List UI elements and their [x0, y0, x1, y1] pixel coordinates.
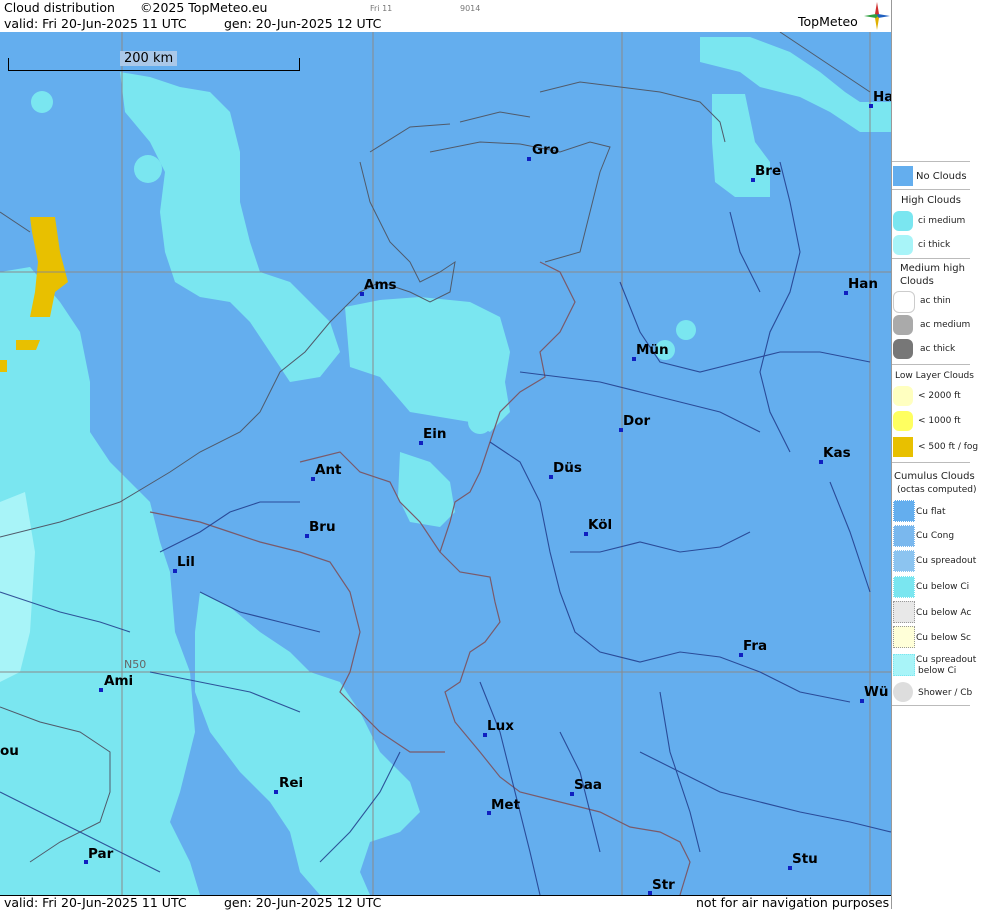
copyright: ©2025 TopMeteo.eu [140, 0, 268, 15]
legend-cu-cong: Cu Cong [916, 531, 955, 541]
map-header: Cloud distribution ©2025 TopMeteo.eu Fri… [0, 0, 891, 32]
city-label: Saa [574, 777, 602, 793]
city-label: Lil [177, 554, 195, 570]
legend-swatch-ac-thick [893, 339, 913, 359]
legend-swatch-cu-flat [893, 500, 915, 522]
footer-valid-time: valid: Fri 20-Jun-2025 11 UTC [4, 895, 187, 910]
legend-swatch-ac-medium [893, 315, 913, 335]
legend-medium-title-2: Clouds [900, 276, 934, 287]
legend-cu-below-ci: Cu below Ci [916, 582, 970, 592]
legend-swatch-no-clouds [893, 166, 913, 186]
legend-swatch-cu-spread-ci [893, 654, 915, 676]
legend-cu-subtitle: (octas computed) [897, 485, 977, 495]
forecast-code: Fri 11 [370, 4, 393, 13]
city-label: Fra [743, 638, 768, 654]
legend-swatch-shower [893, 682, 913, 702]
topmeteo-logo-text: TopMeteo [798, 14, 858, 29]
legend-swatch-cu-below-sc [893, 626, 915, 648]
city-label: Rei [279, 775, 304, 791]
city-marker [274, 790, 278, 794]
city-label: Lux [487, 718, 514, 734]
legend-high-title: High Clouds [901, 195, 961, 206]
legend-cu-spread: Cu spreadout [916, 556, 977, 566]
legend-swatch-ci-thick [893, 235, 913, 255]
legend-low-1000: < 1000 ft [918, 416, 961, 426]
legend-swatch-low-2000 [893, 386, 913, 406]
city-label: Par [88, 846, 114, 862]
city-marker [99, 688, 103, 692]
legend-swatch-ci-medium [893, 211, 913, 231]
legend-swatch-cu-spread [893, 550, 915, 572]
city-label: Ams [364, 277, 397, 293]
city-label: Ant [315, 462, 342, 478]
city-label: ou [0, 743, 19, 759]
legend-no-clouds: No Clouds [916, 171, 967, 182]
map-footer: valid: Fri 20-Jun-2025 11 UTC gen: 20-Ju… [0, 895, 891, 910]
scale-bar-label: 200 km [120, 51, 178, 66]
legend-medium-title: Medium high [900, 263, 965, 274]
footer-generation-time: gen: 20-Jun-2025 12 UTC [224, 895, 382, 910]
city-label: Bru [309, 519, 336, 535]
city-label: Ha [873, 89, 891, 105]
legend-swatch-low-500 [893, 437, 913, 457]
city-label: Stu [792, 851, 818, 867]
map-title: Cloud distribution [4, 0, 115, 15]
legend-ac-medium: ac medium [920, 320, 971, 330]
legend-low-2000: < 2000 ft [918, 391, 961, 401]
legend-cu-spread-ci: Cu spreadout [916, 655, 977, 665]
legend-cu-below-ac: Cu below Ac [916, 608, 972, 618]
compass-star-icon [864, 2, 890, 30]
legend-cu-below-sc: Cu below Sc [916, 633, 971, 643]
legend-cu-title: Cumulus Clouds [894, 471, 975, 482]
legend-low-title: Low Layer Clouds [895, 371, 974, 381]
legend-swatch-ac-thin [893, 291, 915, 313]
cloud-map-canvas [0, 32, 891, 895]
legend-cu-spread-ci-2: below Ci [918, 666, 957, 676]
cloud-map[interactable]: 200 km N50 Gro Bre Ha Ams Han Mün Ein Do… [0, 32, 891, 895]
city-label: Bre [755, 163, 782, 179]
city-label: Düs [553, 460, 582, 476]
legend-panel: No Clouds High Clouds ci medium ci thick… [891, 0, 983, 909]
legend-low-500: < 500 ft / fog [918, 442, 979, 452]
legend-ci-thick: ci thick [918, 240, 951, 250]
city-label: Ein [423, 426, 447, 442]
city-label: Met [491, 797, 521, 813]
legend-swatch-cu-cong [893, 525, 915, 547]
valid-time: valid: Fri 20-Jun-2025 11 UTC [4, 16, 187, 31]
latitude-label: N50 [124, 658, 147, 671]
city-label: Gro [532, 142, 560, 158]
map-code: 9014 [460, 4, 481, 13]
legend-swatch-cu-below-ci [893, 576, 915, 598]
legend-ac-thick: ac thick [920, 344, 956, 354]
city-label: Kas [823, 445, 851, 461]
city-label: Han [848, 276, 879, 292]
legend-ci-medium: ci medium [918, 216, 966, 226]
legend-shower: Shower / Cb [918, 688, 973, 698]
city-label: Köl [588, 517, 613, 533]
city-label: Str [652, 877, 675, 893]
legend-swatch-low-1000 [893, 411, 913, 431]
footer-disclaimer: not for air navigation purposes [696, 895, 890, 910]
legend-cu-flat: Cu flat [916, 507, 946, 517]
city-label: Ami [104, 673, 134, 689]
city-label: Wü [864, 684, 889, 700]
legend-swatch-cu-below-ac [893, 601, 915, 623]
generation-time: gen: 20-Jun-2025 12 UTC [224, 16, 382, 31]
city-marker [527, 157, 531, 161]
city-label: Dor [623, 413, 651, 429]
legend-ac-thin: ac thin [920, 296, 951, 306]
city-label: Mün [636, 342, 669, 358]
